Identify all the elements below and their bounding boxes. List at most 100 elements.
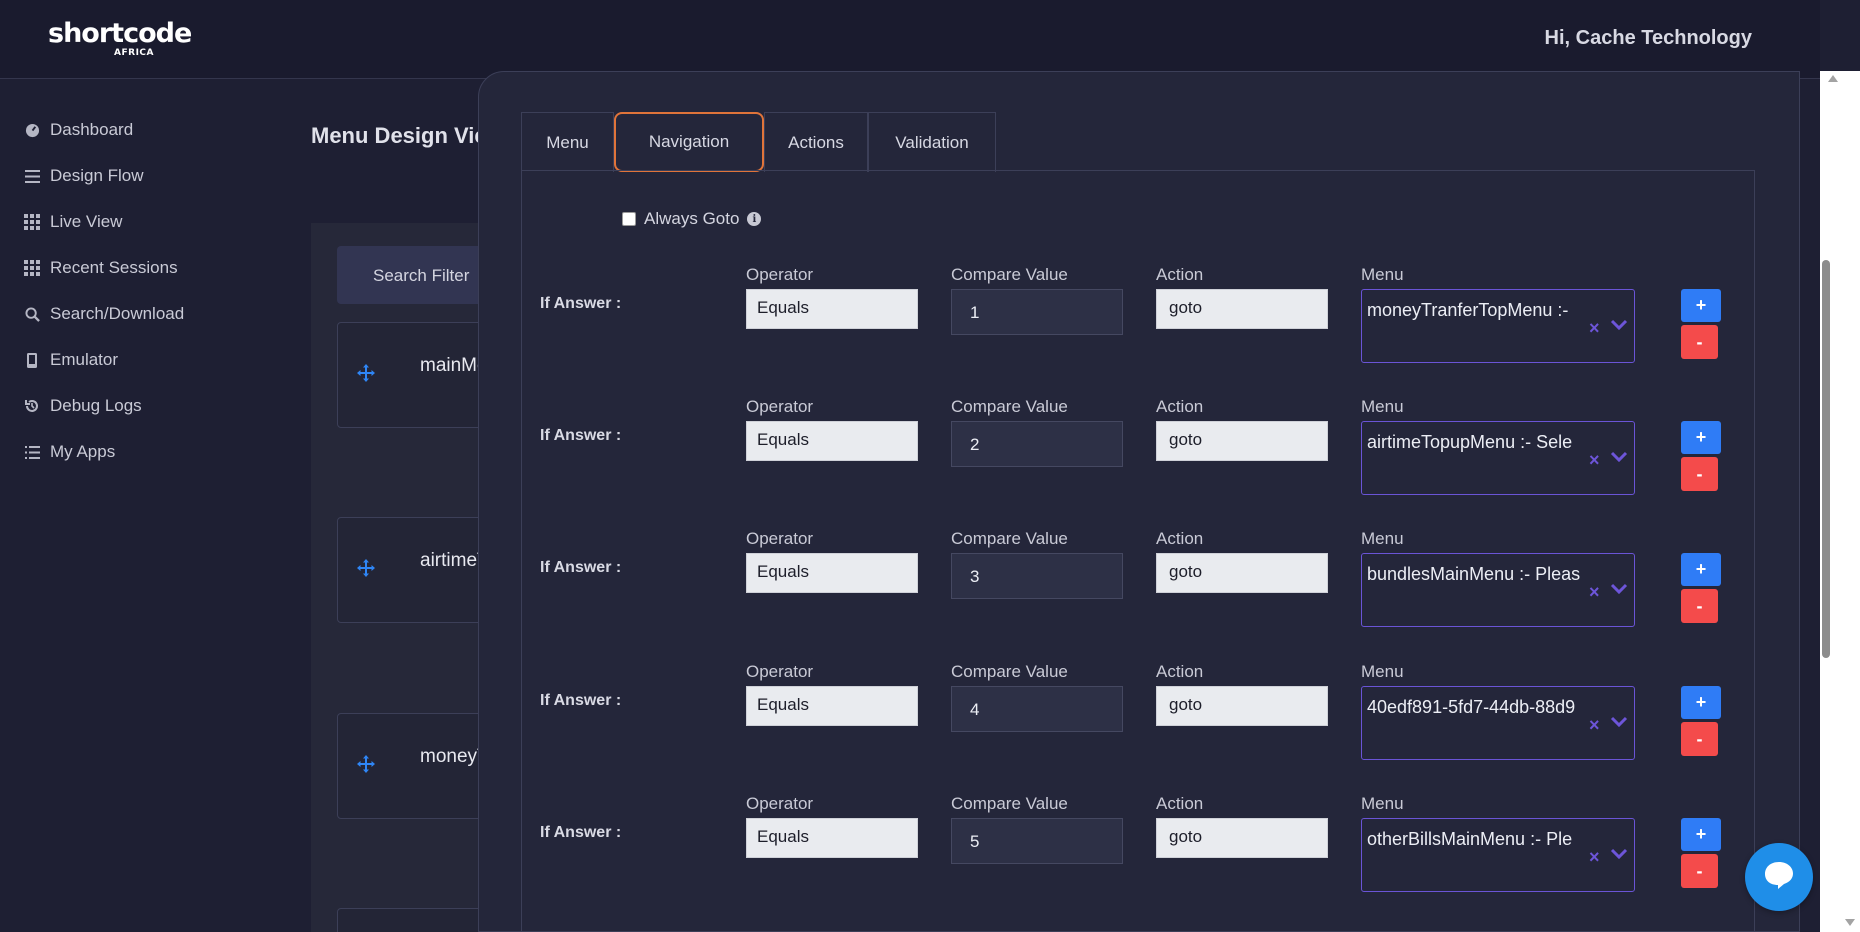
operator-label: Operator (746, 794, 814, 813)
action-label: Action (1156, 397, 1204, 416)
menu-select[interactable]: bundlesMainMenu :- Pleas × (1361, 553, 1635, 627)
if-answer-label: If Answer : (540, 824, 622, 841)
move-icon[interactable] (356, 558, 376, 578)
add-rule-button[interactable]: + (1681, 553, 1721, 586)
action-field[interactable]: goto (1156, 421, 1328, 461)
add-rule-button[interactable]: + (1681, 289, 1721, 322)
logo-text: shortcode (48, 18, 192, 49)
menu-select-value: moneyTranferTopMenu :- (1367, 300, 1569, 320)
compare-value-label: Compare Value (951, 662, 1068, 681)
clear-icon[interactable]: × (1589, 582, 1600, 603)
sidebar-item-dashboard[interactable]: Dashboard (24, 116, 133, 144)
tab-menu[interactable]: Menu (521, 112, 614, 172)
menu-select[interactable]: 40edf891-5fd7-44db-88d9 × (1361, 686, 1635, 760)
scroll-down-arrow-icon[interactable] (1844, 915, 1856, 927)
sidebar-item-design-flow[interactable]: Design Flow (24, 162, 144, 190)
chat-button[interactable] (1745, 843, 1813, 911)
move-icon[interactable] (356, 754, 376, 774)
operator-field[interactable]: Equals (746, 421, 918, 461)
move-icon[interactable] (356, 363, 376, 383)
compare-value-label: Compare Value (951, 794, 1068, 813)
menu-label: Menu (1361, 265, 1404, 284)
chevron-down-icon[interactable] (1610, 847, 1628, 861)
flow-card[interactable]: airtimeTopupMenu (337, 517, 490, 623)
top-bar: shortcode AFRICA Hi, Cache Technology (0, 0, 1820, 79)
operator-field[interactable]: Equals (746, 818, 918, 858)
operator-label: Operator (746, 529, 814, 548)
navigation-rule-row: If Answer : Operator Compare Value Actio… (522, 662, 1756, 794)
chevron-down-icon[interactable] (1610, 715, 1628, 729)
action-field[interactable]: goto (1156, 818, 1328, 858)
compare-value-field[interactable]: 4 (951, 686, 1123, 732)
sidebar-item-debug-logs[interactable]: Debug Logs (24, 392, 142, 420)
search-filter-button[interactable]: Search Filter (337, 246, 487, 304)
operator-field[interactable]: Equals (746, 686, 918, 726)
remove-rule-button[interactable]: - (1681, 854, 1718, 888)
menu-select-value: bundlesMainMenu :- Pleas (1367, 564, 1581, 584)
action-field[interactable]: goto (1156, 289, 1328, 329)
menu-select-value: 40edf891-5fd7-44db-88d9 (1367, 697, 1576, 717)
tab-navigation[interactable]: Navigation (614, 112, 764, 172)
action-field[interactable]: goto (1156, 686, 1328, 726)
menu-select[interactable]: airtimeTopupMenu :- Sele × (1361, 421, 1635, 495)
sidebar-item-search-download[interactable]: Search/Download (24, 300, 184, 328)
remove-rule-button[interactable]: - (1681, 325, 1718, 359)
user-greeting[interactable]: Hi, Cache Technology (1545, 27, 1752, 50)
scrollbar-thumb[interactable] (1822, 260, 1830, 658)
sidebar-item-my-apps[interactable]: My Apps (24, 438, 115, 466)
remove-rule-button[interactable]: - (1681, 722, 1718, 756)
flow-card[interactable]: mainMenu (337, 322, 490, 428)
menu-select-value: otherBillsMainMenu :- Ple (1367, 829, 1573, 849)
chevron-down-icon[interactable] (1610, 318, 1628, 332)
sidebar-item-recent-sessions[interactable]: Recent Sessions (24, 254, 178, 282)
remove-rule-button[interactable]: - (1681, 589, 1718, 623)
tab-validation[interactable]: Validation (868, 112, 996, 172)
info-icon[interactable]: i (747, 212, 762, 226)
compare-value-field[interactable]: 3 (951, 553, 1123, 599)
chevron-down-icon[interactable] (1610, 450, 1628, 464)
chat-bubble-icon (1762, 859, 1796, 896)
compare-value-label: Compare Value (951, 529, 1068, 548)
sidebar-item-label: Emulator (50, 350, 119, 369)
compare-value-field[interactable]: 2 (951, 421, 1123, 467)
menu-label: Menu (1361, 397, 1404, 416)
compare-value-field[interactable]: 5 (951, 818, 1123, 864)
list-icon (24, 168, 40, 184)
sidebar-item-live-view[interactable]: Live View (24, 208, 122, 236)
operator-field[interactable]: Equals (746, 553, 918, 593)
menu-select[interactable]: moneyTranferTopMenu :- × (1361, 289, 1635, 363)
sidebar-item-emulator[interactable]: Emulator (24, 346, 118, 374)
tab-actions[interactable]: Actions (764, 112, 868, 172)
remove-rule-button[interactable]: - (1681, 457, 1718, 491)
history-icon (24, 398, 40, 414)
chevron-down-icon[interactable] (1610, 582, 1628, 596)
clear-icon[interactable]: × (1589, 450, 1600, 471)
navigation-panel: Always Goto i If Answer : Operator Compa… (521, 170, 1755, 932)
tab-bar: Menu Navigation Actions Validation (521, 112, 996, 172)
always-goto-checkbox[interactable] (622, 212, 636, 226)
action-label: Action (1156, 529, 1204, 548)
flow-card[interactable] (337, 908, 487, 932)
shortcode-logo[interactable]: shortcode AFRICA (48, 18, 192, 58)
grid-icon (24, 214, 40, 230)
search-icon (24, 306, 40, 322)
clear-icon[interactable]: × (1589, 715, 1600, 736)
always-goto-label: Always Goto (644, 209, 740, 228)
action-field[interactable]: goto (1156, 553, 1328, 593)
clear-icon[interactable]: × (1589, 847, 1600, 868)
list-icon (24, 444, 40, 460)
add-rule-button[interactable]: + (1681, 686, 1721, 719)
scroll-up-arrow-icon[interactable] (1826, 71, 1840, 83)
compare-value-label: Compare Value (951, 265, 1068, 284)
menu-label: Menu (1361, 794, 1404, 813)
menu-select[interactable]: otherBillsMainMenu :- Ple × (1361, 818, 1635, 892)
add-rule-button[interactable]: + (1681, 421, 1721, 454)
add-rule-button[interactable]: + (1681, 818, 1721, 851)
action-label: Action (1156, 265, 1204, 284)
operator-field[interactable]: Equals (746, 289, 918, 329)
clear-icon[interactable]: × (1589, 318, 1600, 339)
compare-value-field[interactable]: 1 (951, 289, 1123, 335)
menu-label: Menu (1361, 529, 1404, 548)
flow-card[interactable]: moneyTranferTopMenu (337, 713, 490, 819)
logo-subtext: AFRICA (114, 48, 154, 58)
